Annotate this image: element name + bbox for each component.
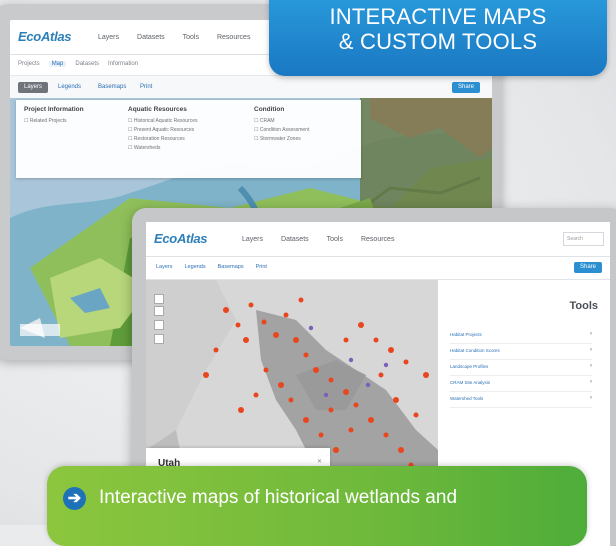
zoom-in-button[interactable] <box>154 294 164 304</box>
nav-item[interactable]: Resources <box>217 34 250 41</box>
layers-panel: Project Information ☐ Related Projects A… <box>16 100 361 178</box>
tab-layers[interactable]: Layers <box>156 264 173 270</box>
nav-item[interactable]: Datasets <box>137 34 165 41</box>
top-nav: Layers Datasets Tools Resources <box>98 34 250 41</box>
crumb-item[interactable]: Datasets <box>75 61 99 67</box>
nav-item[interactable]: Tools <box>183 34 199 41</box>
tool-link[interactable]: Habitat Condition Scores <box>450 348 500 353</box>
map-toolbar: Layers Legends Basemaps Print Share <box>146 257 610 280</box>
layer-checkbox[interactable]: ☐ Present Aquatic Resources <box>128 127 198 133</box>
tool-link[interactable]: Habitat Projects <box>450 332 482 337</box>
app-logo[interactable]: EcoAtlas <box>18 29 72 44</box>
map-scale <box>20 324 60 336</box>
banner-top-line2: & CUSTOM TOOLS <box>338 29 538 54</box>
layer-checkbox[interactable]: ☐ Watersheds <box>128 145 198 151</box>
layers-icon[interactable] <box>154 320 164 330</box>
search-input[interactable]: Search <box>563 232 604 246</box>
panel-col-project: Project Information ☐ Related Projects <box>24 106 84 127</box>
banner-top-line1: INTERACTIVE MAPS <box>329 4 547 29</box>
nav-item[interactable]: Datasets <box>281 236 309 243</box>
crumb-item[interactable]: Information <box>108 61 138 67</box>
layer-checkbox[interactable]: ☐ Stormwater Zones <box>254 136 309 142</box>
tool-link[interactable]: Watershed Tools <box>450 396 483 401</box>
arrow-right-icon: ➔ <box>63 487 86 510</box>
layer-checkbox[interactable]: ☐ CRAM <box>254 118 309 124</box>
tab-print[interactable]: Print <box>256 264 267 270</box>
layer-label: Watersheds <box>133 145 161 151</box>
zoom-out-button[interactable] <box>154 306 164 316</box>
layer-label: Condition Assessment <box>259 127 310 133</box>
tab-legends[interactable]: Legends <box>58 82 81 93</box>
crumb-item[interactable]: Projects <box>18 61 40 67</box>
app-logo[interactable]: EcoAtlas <box>154 231 208 246</box>
layer-checkbox[interactable]: ☐ Condition Assessment <box>254 127 309 133</box>
arrow-icon: › <box>590 379 592 385</box>
banner-bottom: ➔ Interactive maps of historical wetland… <box>47 466 587 546</box>
tools-title: Tools <box>569 300 598 312</box>
measure-icon[interactable] <box>154 334 164 344</box>
app-header: EcoAtlas Layers Datasets Tools Resources… <box>146 222 610 257</box>
nav-item[interactable]: Layers <box>242 236 263 243</box>
nav-item[interactable]: Layers <box>98 34 119 41</box>
tool-row[interactable]: CRAM Site Analysis › <box>450 376 592 392</box>
logo-part1: Eco <box>154 231 177 246</box>
tab-legends[interactable]: Legends <box>185 264 206 270</box>
arrow-icon: › <box>590 331 592 337</box>
tab-basemaps[interactable]: Basemaps <box>218 264 244 270</box>
share-button[interactable]: Share <box>451 82 480 93</box>
layer-label: Related Projects <box>29 118 67 124</box>
tab-print[interactable]: Print <box>140 82 152 93</box>
layer-label: Historical Aquatic Resources <box>133 118 198 124</box>
tab-layers[interactable]: Layers <box>18 82 49 93</box>
share-button[interactable]: Share <box>573 262 602 273</box>
banner-bottom-text: Interactive maps of historical wetlands … <box>99 487 458 508</box>
panel-col-aquatic: Aquatic Resources ☐ Historical Aquatic R… <box>128 106 198 154</box>
layer-label: Restoration Resources <box>133 136 185 142</box>
tool-row[interactable]: Habitat Condition Scores › <box>450 344 592 360</box>
nav-item[interactable]: Resources <box>361 236 394 243</box>
tool-row[interactable]: Watershed Tools › <box>450 392 592 408</box>
layer-label: CRAM <box>259 118 275 124</box>
logo-part1: Eco <box>18 29 41 44</box>
map-toolbar: Layers Legends Basemaps Print Share <box>10 76 492 99</box>
layer-checkbox[interactable]: ☐ Historical Aquatic Resources <box>128 118 198 124</box>
logo-part2: Atlas <box>40 29 72 44</box>
arrow-icon: › <box>590 395 592 401</box>
crumb-item-active[interactable]: Map <box>48 61 67 67</box>
layer-checkbox[interactable]: ☐ Related Projects <box>24 118 84 124</box>
layer-checkbox[interactable]: ☐ Restoration Resources <box>128 136 198 142</box>
top-nav: Layers Datasets Tools Resources <box>242 236 394 243</box>
arrow-icon: › <box>590 363 592 369</box>
panel-col-title: Project Information <box>24 106 84 113</box>
tool-row[interactable]: Landscape Profiles › <box>450 360 592 376</box>
layer-label: Present Aquatic Resources <box>133 127 195 133</box>
panel-col-condition: Condition ☐ CRAM ☐ Condition Assessment … <box>254 106 309 145</box>
tool-row[interactable]: Habitat Projects › <box>450 328 592 344</box>
logo-part2: Atlas <box>176 231 208 246</box>
nav-item[interactable]: Tools <box>327 236 343 243</box>
panel-col-title: Condition <box>254 106 285 113</box>
breadcrumb: Projects Map Datasets Information <box>18 61 138 67</box>
tool-link[interactable]: Landscape Profiles <box>450 364 488 369</box>
tool-link[interactable]: CRAM Site Analysis <box>450 380 490 385</box>
tab-basemaps[interactable]: Basemaps <box>98 82 126 93</box>
layer-label: Stormwater Zones <box>259 136 301 142</box>
toolbar-items: Layers Legends Basemaps Print <box>156 264 267 270</box>
panel-col-title: Aquatic Resources <box>128 106 187 113</box>
close-icon[interactable]: ✕ <box>317 458 322 465</box>
arrow-icon: › <box>590 347 592 353</box>
banner-top: INTERACTIVE MAPS & CUSTOM TOOLS <box>269 0 607 76</box>
